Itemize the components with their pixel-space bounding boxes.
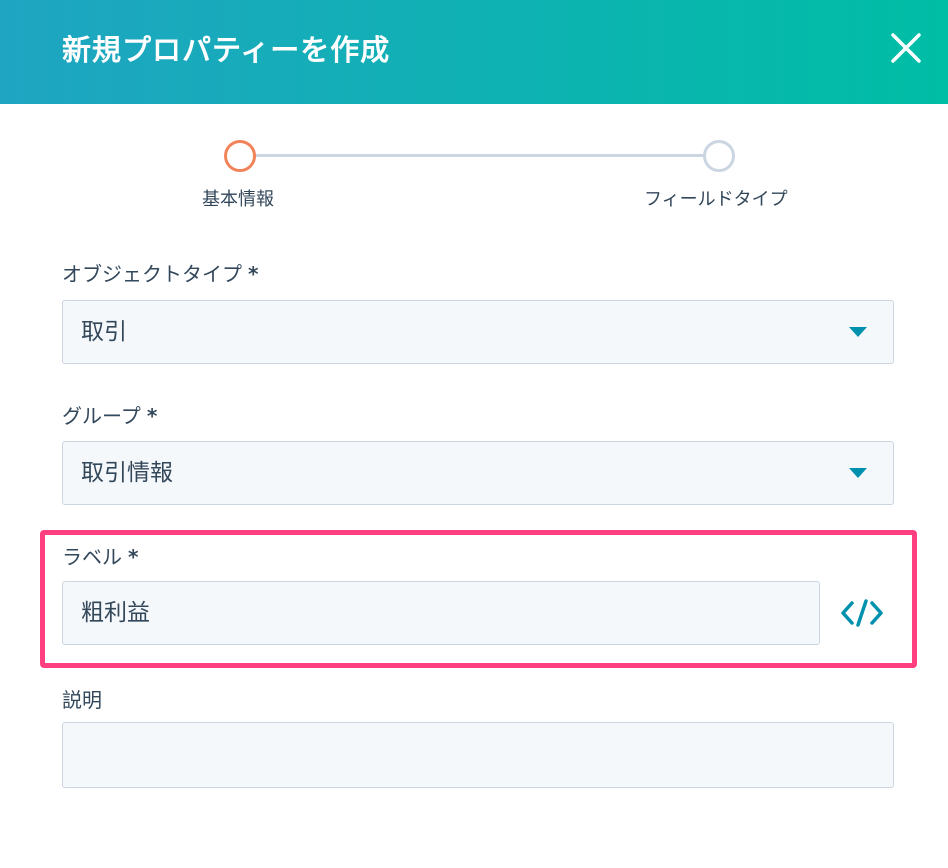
code-icon bbox=[841, 599, 883, 627]
modal-title: 新規プロパティーを作成 bbox=[62, 33, 391, 67]
group-select[interactable]: 取引情報 bbox=[62, 441, 894, 505]
label-input[interactable]: 粗利益 bbox=[62, 581, 820, 645]
label-field-label: ラベル * bbox=[62, 541, 138, 570]
object-type-label: オブジェクトタイプ * bbox=[62, 258, 258, 287]
close-icon bbox=[891, 33, 921, 63]
required-marker: * bbox=[248, 262, 259, 286]
description-label: 説明 bbox=[62, 688, 102, 712]
step-progress: 基本情報 フィールドタイプ bbox=[0, 130, 948, 220]
object-type-label-text: オブジェクトタイプ bbox=[62, 262, 242, 286]
required-marker: * bbox=[146, 404, 158, 428]
object-type-select[interactable]: 取引 bbox=[62, 300, 894, 364]
required-marker: * bbox=[128, 545, 139, 569]
close-button[interactable] bbox=[888, 30, 924, 66]
step-label-basic-info: 基本情報 bbox=[202, 189, 274, 210]
insert-token-button[interactable] bbox=[840, 596, 884, 630]
object-type-value: 取引 bbox=[81, 319, 127, 345]
caret-down-icon bbox=[849, 327, 867, 337]
step-label-field-type: フィールドタイプ bbox=[644, 189, 788, 210]
description-textarea[interactable] bbox=[62, 722, 894, 788]
step-connector bbox=[255, 154, 705, 157]
modal-header: 新規プロパティーを作成 bbox=[0, 0, 948, 104]
caret-down-icon bbox=[849, 468, 867, 478]
label-field-label-text: ラベル bbox=[62, 545, 122, 569]
step-indicator-field-type bbox=[703, 140, 735, 172]
label-input-value: 粗利益 bbox=[81, 600, 150, 626]
step-indicator-basic-info bbox=[224, 140, 256, 172]
group-label-text: グループ bbox=[62, 404, 141, 428]
group-value: 取引情報 bbox=[81, 460, 173, 486]
group-label: グループ * bbox=[62, 400, 157, 429]
